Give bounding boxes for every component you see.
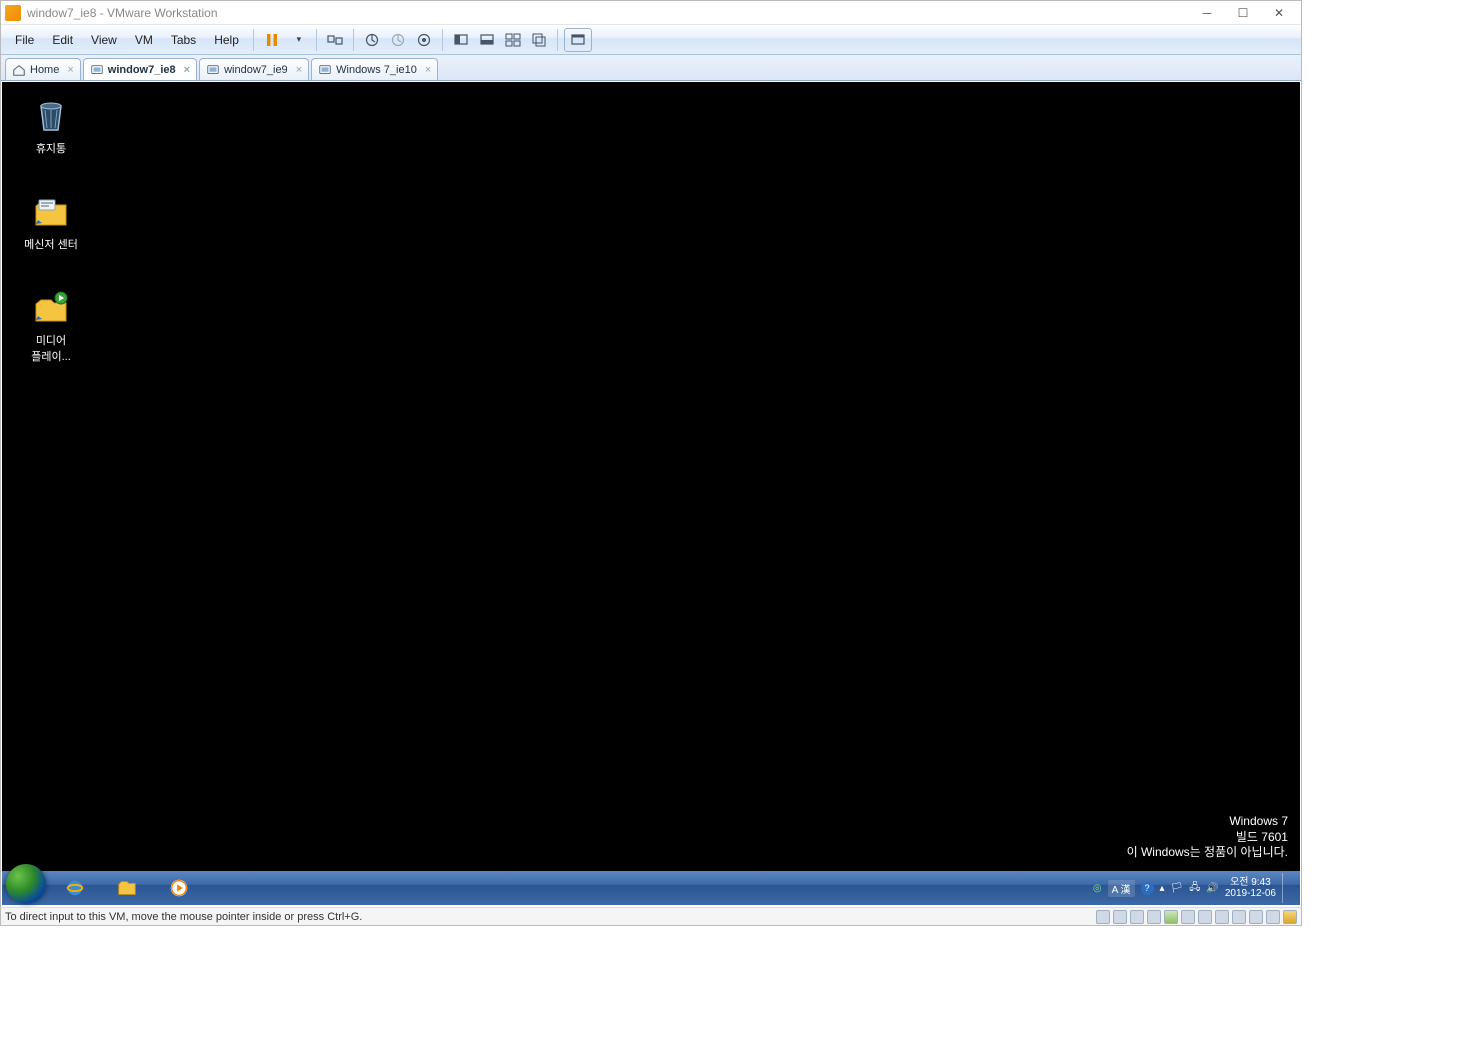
tab-window7-ie8[interactable]: window7_ie8 × (83, 58, 197, 80)
guest-system-tray: ◎ A 漢 ? ▴ 🏳 🖧 🔊 오전 9:43 2019-12-06 (1093, 873, 1296, 903)
clock-date: 2019-12-06 (1225, 888, 1276, 899)
taskbar-explorer-button[interactable] (104, 874, 150, 902)
tab-close-icon[interactable]: × (296, 64, 302, 76)
menu-vm[interactable]: VM (127, 29, 161, 51)
maximize-button[interactable]: ☐ (1225, 2, 1261, 24)
vmware-window: window7_ie8 - VMware Workstation ─ ☐ ✕ F… (0, 0, 1302, 926)
taskbar-ie-button[interactable] (52, 874, 98, 902)
device-sound-icon[interactable] (1181, 910, 1195, 924)
watermark-line3: 이 Windows는 정품이 아닙니다. (1127, 845, 1288, 861)
help-icon[interactable]: ? (1141, 882, 1154, 895)
device-network-icon[interactable] (1147, 910, 1161, 924)
home-icon (12, 63, 26, 77)
device-hdd-icon[interactable] (1096, 910, 1110, 924)
desktop-icon-recycle-bin[interactable]: 휴지통 (14, 96, 88, 156)
unity-button[interactable] (527, 28, 551, 52)
start-button[interactable] (6, 864, 46, 904)
menu-help[interactable]: Help (206, 29, 247, 51)
tab-home[interactable]: Home × (5, 58, 81, 80)
device-generic3-icon[interactable] (1266, 910, 1280, 924)
clock-time: 오전 9:43 (1225, 877, 1276, 888)
network-icon[interactable]: 🖧 (1189, 880, 1200, 897)
tray-chevron-icon[interactable]: ▴ (1160, 883, 1165, 894)
device-printer-icon[interactable] (1198, 910, 1212, 924)
tab-label: Home (30, 64, 59, 76)
tab-label: Windows 7_ie10 (336, 64, 417, 76)
device-generic-icon[interactable] (1232, 910, 1246, 924)
recycle-bin-icon (31, 96, 71, 136)
desktop-icon-label: 미디어 플레이... (31, 332, 71, 364)
volume-icon[interactable]: 🔊 (1206, 883, 1218, 894)
desktop-icon-media-player[interactable]: 미디어 플레이... (14, 288, 88, 364)
pause-button[interactable] (260, 28, 284, 52)
menu-view[interactable]: View (83, 29, 125, 51)
windows-watermark: Windows 7 빌드 7601 이 Windows는 정품이 아닙니다. (1127, 814, 1288, 861)
tab-close-icon[interactable]: × (67, 64, 73, 76)
device-usb-icon[interactable] (1164, 910, 1178, 924)
snapshot-revert-button[interactable] (386, 28, 410, 52)
snapshot-manager-button[interactable] (412, 28, 436, 52)
menu-edit[interactable]: Edit (44, 29, 81, 51)
snapshot-take-button[interactable] (360, 28, 384, 52)
guest-taskbar: ◎ A 漢 ? ▴ 🏳 🖧 🔊 오전 9:43 2019-12-06 (2, 871, 1300, 905)
desktop-icon-label: 휴지통 (36, 140, 66, 156)
device-cd-icon[interactable] (1113, 910, 1127, 924)
minimize-button[interactable]: ─ (1189, 2, 1225, 24)
folder-icon (31, 192, 71, 232)
desktop-icon-label: 메신저 센터 (24, 236, 78, 252)
device-message-icon[interactable] (1283, 910, 1297, 924)
view-console-button[interactable] (449, 28, 473, 52)
tab-window7-ie9[interactable]: window7_ie9 × (199, 58, 309, 80)
vm-icon (90, 63, 104, 77)
tabbar: Home × window7_ie8 × window7_ie9 × Windo… (1, 55, 1301, 81)
media-player-icon (31, 288, 71, 328)
send-ctrlaltdel-button[interactable] (323, 28, 347, 52)
watermark-line1: Windows 7 (1127, 814, 1288, 830)
vmware-device-icons (1096, 910, 1297, 924)
vm-icon (206, 63, 220, 77)
ime-indicator[interactable]: A 漢 (1108, 880, 1135, 897)
close-button[interactable]: ✕ (1261, 2, 1297, 24)
tab-label: window7_ie9 (224, 64, 288, 76)
menu-file[interactable]: File (7, 29, 42, 51)
tab-close-icon[interactable]: × (184, 64, 190, 76)
show-desktop-button[interactable] (1282, 873, 1290, 903)
device-display-icon[interactable] (1215, 910, 1229, 924)
power-dropdown[interactable] (286, 28, 310, 52)
action-center-icon[interactable]: 🏳 (1171, 883, 1184, 894)
menubar: File Edit View VM Tabs Help (1, 25, 1301, 55)
vm-viewport[interactable]: 휴지통 메신저 센터 미디어 플레이... Windows 7 빌드 7601 … (2, 82, 1300, 905)
tab-label: window7_ie8 (108, 64, 176, 76)
vmware-statusbar: To direct input to this VM, move the mou… (1, 907, 1301, 925)
watermark-line2: 빌드 7601 (1127, 830, 1288, 846)
window-title: window7_ie8 - VMware Workstation (27, 6, 218, 20)
desktop-icons: 휴지통 메신저 센터 미디어 플레이... (14, 96, 88, 364)
fullscreen-button[interactable] (564, 28, 592, 52)
view-thumbnail-button[interactable] (475, 28, 499, 52)
tray-icon[interactable]: ◎ (1093, 883, 1102, 894)
vm-icon (318, 63, 332, 77)
device-floppy-icon[interactable] (1130, 910, 1144, 924)
desktop-icon-messenger-center[interactable]: 메신저 센터 (14, 192, 88, 252)
tab-close-icon[interactable]: × (425, 64, 431, 76)
titlebar: window7_ie8 - VMware Workstation ─ ☐ ✕ (1, 1, 1301, 25)
device-generic2-icon[interactable] (1249, 910, 1263, 924)
status-hint-text: To direct input to this VM, move the mou… (5, 911, 362, 923)
taskbar-media-player-button[interactable] (156, 874, 202, 902)
vmware-app-icon (5, 5, 21, 21)
tab-windows7-ie10[interactable]: Windows 7_ie10 × (311, 58, 438, 80)
view-multi-button[interactable] (501, 28, 525, 52)
taskbar-clock[interactable]: 오전 9:43 2019-12-06 (1225, 877, 1276, 899)
menu-tabs[interactable]: Tabs (163, 29, 204, 51)
